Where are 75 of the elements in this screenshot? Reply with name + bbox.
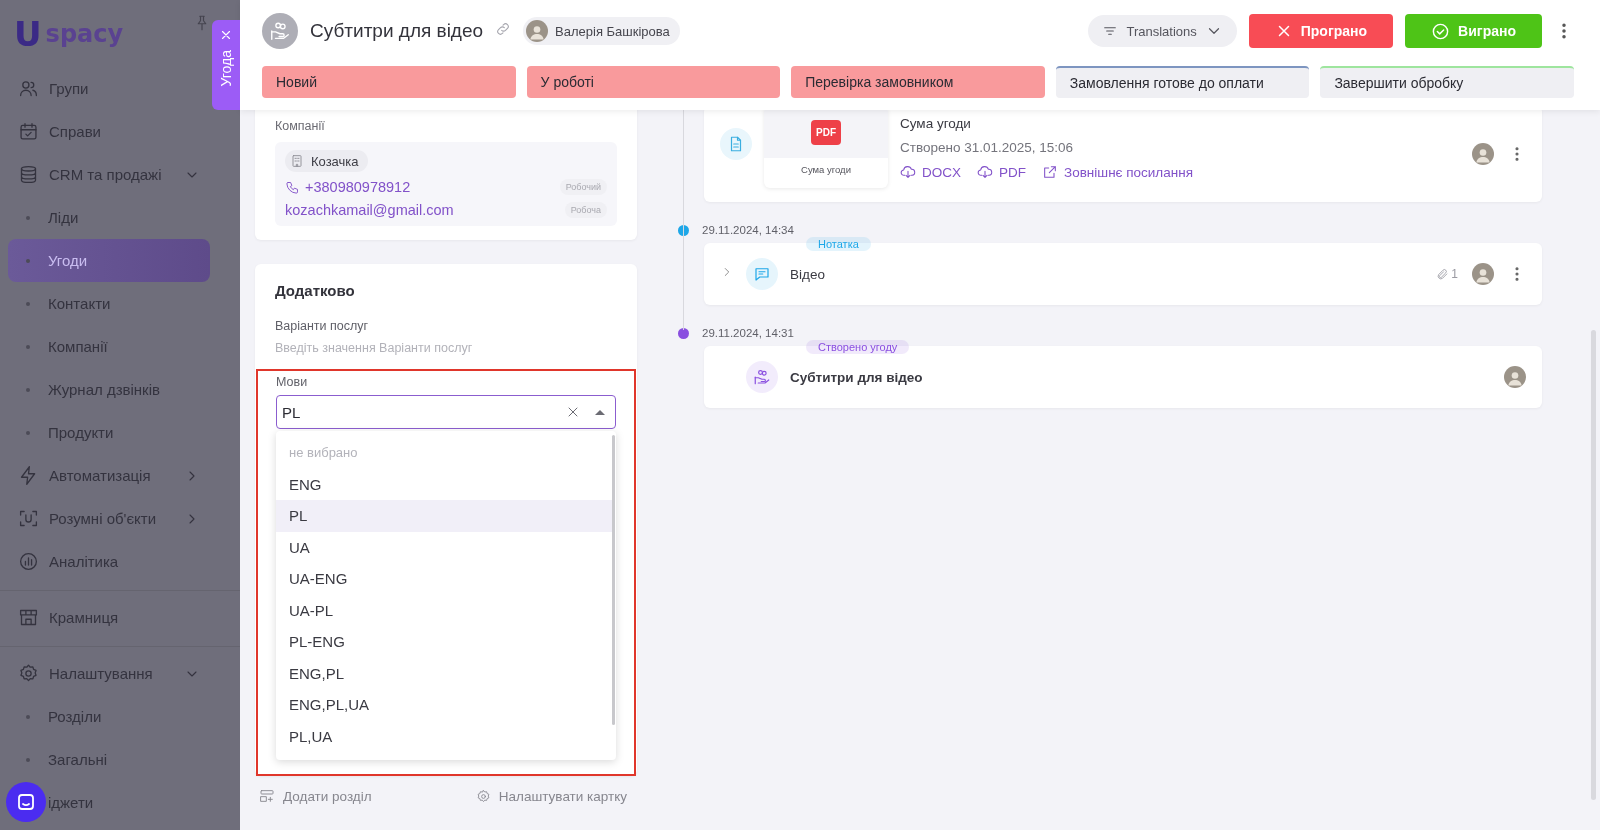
calendar-icon — [18, 121, 39, 142]
side-tab-label: Угода — [218, 50, 234, 87]
dropdown-option[interactable]: PL-ENG — [276, 626, 612, 658]
phone-link[interactable]: +380980978912 — [305, 179, 411, 195]
entry-title: Відео — [790, 266, 825, 282]
dropdown-option[interactable]: ENG,PL,UA — [276, 689, 612, 721]
scan-icon — [18, 508, 39, 529]
stage-tab[interactable]: Новий — [262, 66, 516, 98]
language-select[interactable]: PL — [276, 395, 616, 429]
entry-date: 29.11.2024, 14:34 — [702, 224, 794, 236]
cloud-download-icon — [900, 164, 916, 180]
entry-date: 29.11.2024, 14:31 — [702, 327, 794, 339]
dropdown-option[interactable]: UA-ENG — [276, 563, 612, 595]
scrollbar[interactable] — [612, 435, 615, 725]
dropdown-option[interactable]: PL,UA — [276, 720, 612, 752]
stage-tab[interactable]: Перевірка замовником — [791, 66, 1045, 98]
close-icon — [219, 28, 233, 42]
entry-type-tag: Нотатка — [806, 237, 871, 251]
document-link[interactable]: DOCX — [900, 164, 961, 180]
phone-icon — [285, 179, 300, 195]
dropdown-option[interactable]: ENG — [276, 468, 612, 500]
email-link[interactable]: kozachkamail@gmail.com — [285, 202, 454, 218]
store-icon — [18, 607, 39, 628]
cloud-download-icon — [977, 164, 993, 180]
dropdown-option[interactable]: ENG,PL — [276, 657, 612, 689]
comment-icon — [753, 265, 771, 283]
card-title: Додатково — [275, 282, 356, 299]
check-circle-icon — [1431, 21, 1451, 41]
lost-button[interactable]: Програно — [1248, 14, 1394, 48]
settings-icon — [18, 663, 39, 684]
configure-card-link[interactable]: Налаштувати картку — [475, 788, 627, 804]
document-title: Сума угоди — [900, 116, 972, 131]
paperclip-icon — [1436, 267, 1450, 281]
hand-coins-icon — [753, 368, 771, 386]
document-link[interactable]: Зовнішнє посилання — [1042, 164, 1193, 180]
phone-tag: Робочий — [559, 179, 607, 195]
add-section-icon — [259, 788, 275, 804]
hand-coins-icon — [269, 20, 291, 42]
document-link[interactable]: PDF — [977, 164, 1026, 180]
chart-icon — [18, 551, 39, 572]
people-icon — [18, 78, 39, 99]
building-icon — [289, 153, 305, 169]
add-section-link[interactable]: Додати розділ — [259, 788, 372, 804]
thumbnail-caption: Сума угоди — [800, 163, 852, 175]
text-field[interactable]: Введіть значення Варіанти послуг — [275, 341, 617, 355]
attachment-count: 1 — [1436, 267, 1458, 281]
stage-tab[interactable]: Завершити обробку — [1320, 66, 1574, 98]
field-label: Мови — [276, 375, 309, 389]
scrollbar[interactable] — [1591, 330, 1596, 800]
document-thumbnail[interactable]: PDF Сума угоди — [764, 110, 888, 188]
settings-icon — [475, 788, 491, 804]
side-tab[interactable]: Угода — [212, 20, 240, 110]
field-label: Варіанти послуг — [275, 319, 370, 333]
email-tag: Робоча — [564, 202, 607, 218]
caret-up-icon — [595, 409, 605, 415]
dropdown-option[interactable]: UA — [276, 531, 612, 563]
pipeline-dropdown[interactable]: Translations — [1088, 15, 1237, 47]
entry-type-tag: Створено угоду — [806, 340, 910, 354]
chat-button[interactable] — [6, 782, 46, 822]
external-link-icon — [1042, 164, 1058, 180]
section-label: Компанії — [275, 119, 325, 133]
dropdown-option[interactable]: PL — [276, 500, 612, 532]
pdf-badge: PDF — [811, 119, 841, 145]
stage-tab[interactable]: Замовлення готове до оплати — [1055, 66, 1310, 98]
entry-title: Субтитри для відео — [790, 369, 923, 385]
dropdown-option[interactable]: UA-PL — [276, 594, 612, 626]
sidebar-item[interactable]: Групи — [8, 67, 210, 110]
database-icon — [18, 164, 39, 185]
sidebar-item[interactable]: Угоди — [8, 239, 210, 282]
created-date: Створено 31.01.2025, 15:06 — [900, 140, 1075, 155]
stage-tab[interactable]: У роботі — [526, 66, 781, 98]
company-chip[interactable]: Козачка — [285, 150, 368, 172]
deal-title: Субтитри для відео — [310, 20, 484, 42]
owner-chip[interactable]: Валерія Башкірова — [523, 17, 680, 45]
logo-mark: U — [14, 13, 42, 54]
